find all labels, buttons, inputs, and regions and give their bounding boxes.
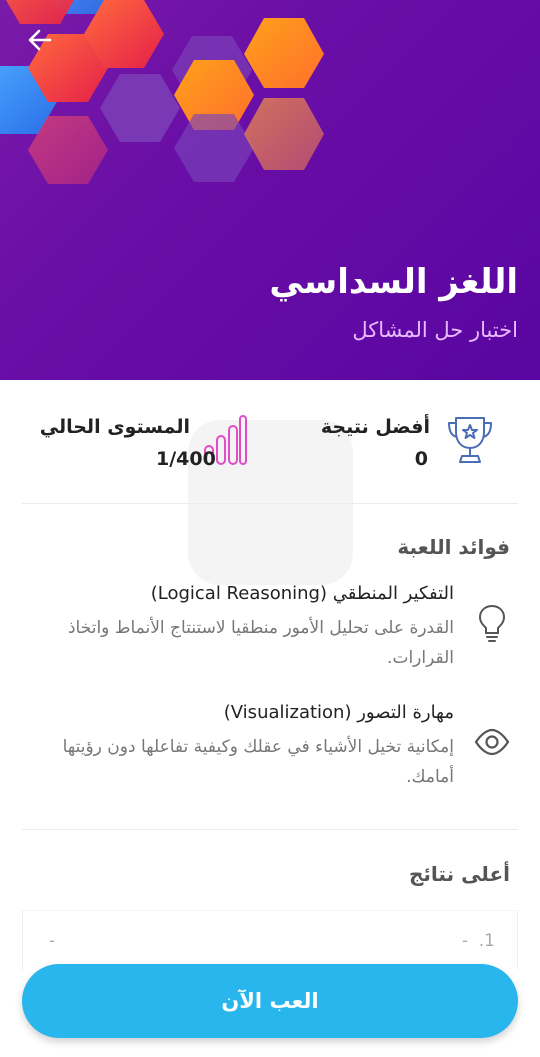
best-score-label: أفضل نتيجة bbox=[320, 416, 430, 438]
play-now-button[interactable]: العب الآن bbox=[22, 964, 518, 1038]
page-subtitle: اختبار حل المشاكل bbox=[352, 318, 518, 342]
stats-panel: أفضل نتيجة 0 المستوى الحالي 1/400 bbox=[22, 380, 518, 504]
benefit-item-visualization: مهارة التصور (Visualization) إمكانية تخي… bbox=[40, 702, 510, 802]
play-now-label: العب الآن bbox=[221, 989, 319, 1013]
back-button[interactable] bbox=[20, 22, 60, 58]
table-row: 1. - - bbox=[22, 910, 518, 970]
lightbulb-icon bbox=[478, 604, 506, 642]
benefit-title: مهارة التصور (Visualization) bbox=[223, 702, 454, 723]
top-results-title: أعلى نتائج bbox=[409, 862, 510, 886]
eye-icon bbox=[474, 728, 510, 756]
result-score: - bbox=[49, 931, 56, 951]
current-level-value: 1/400 bbox=[156, 448, 216, 470]
game-header: اللغز السداسي اختبار حل المشاكل bbox=[0, 0, 540, 380]
benefit-item-logical-reasoning: التفكير المنطقي (Logical Reasoning) القد… bbox=[40, 583, 510, 683]
best-score-stat: أفضل نتيجة 0 bbox=[314, 412, 494, 472]
benefits-title: فوائد اللعبة bbox=[397, 535, 510, 559]
benefit-description: إمكانية تخيل الأشياء في عقلك وكيفية تفاع… bbox=[62, 737, 454, 787]
benefit-title: التفكير المنطقي (Logical Reasoning) bbox=[150, 583, 454, 604]
result-rank: 1. - bbox=[461, 931, 495, 951]
section-divider bbox=[22, 829, 518, 830]
current-level-label: المستوى الحالي bbox=[39, 416, 190, 438]
current-level-stat: المستوى الحالي 1/400 bbox=[40, 412, 266, 472]
page-title: اللغز السداسي bbox=[269, 262, 518, 302]
trophy-icon bbox=[448, 417, 492, 463]
arrow-left-icon bbox=[28, 29, 52, 51]
benefit-description: القدرة على تحليل الأمور منطقيا لاستنتاج … bbox=[67, 618, 454, 668]
best-score-value: 0 bbox=[414, 448, 428, 470]
